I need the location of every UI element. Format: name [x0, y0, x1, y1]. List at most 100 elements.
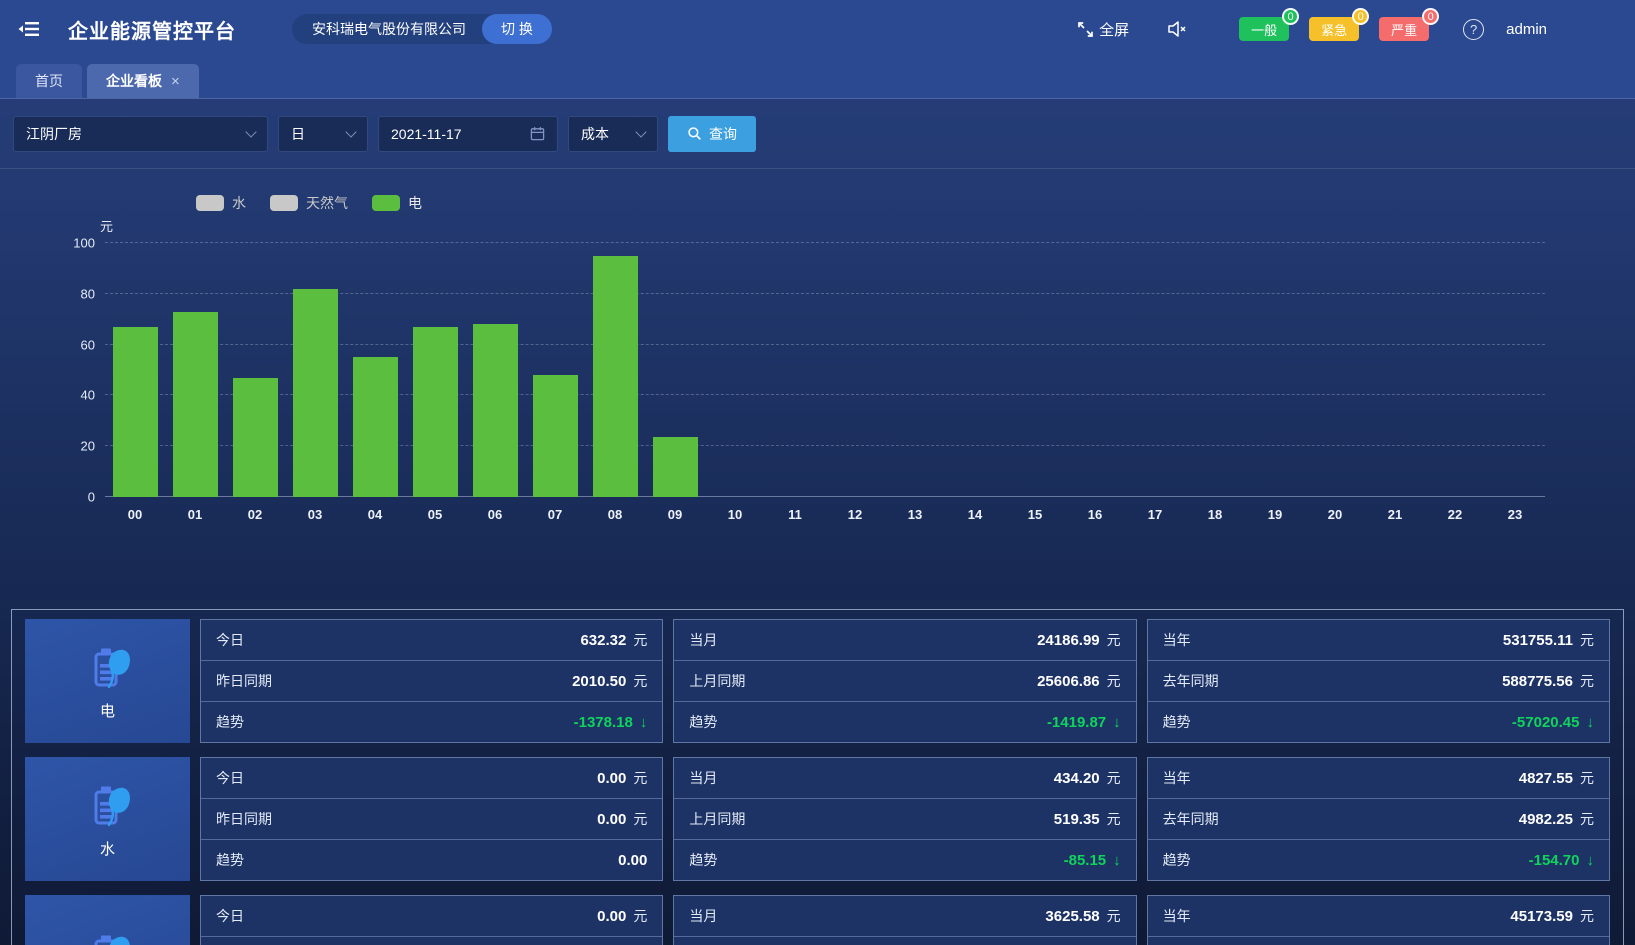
- energy-row-2: 今日0.00元当月3625.58元当年45173.59元: [25, 895, 1610, 945]
- date-picker-value: 2021-11-17: [391, 126, 462, 142]
- cell-value: 45173.59: [1510, 908, 1573, 925]
- stat-group: 当年45173.59元: [1147, 895, 1610, 945]
- bar-00: [113, 327, 158, 497]
- bar-06: [473, 324, 518, 497]
- cell-label: 趋势: [216, 712, 244, 732]
- y-axis-tick: 80: [81, 286, 95, 301]
- trend-down-arrow-icon: ↓: [1586, 714, 1594, 731]
- stat-cell: 今日0.00元: [201, 896, 662, 937]
- cell-value: -85.15: [1064, 852, 1107, 869]
- stat-cell: 上月同期519.35元: [674, 799, 1135, 840]
- alarm-badge-label: 严重: [1391, 20, 1417, 39]
- hour-slot-13: 13: [885, 243, 945, 497]
- cell-value: -57020.45: [1512, 714, 1580, 731]
- energy-cost-chart: 水天然气电 元 02040608010000010203040506070809…: [0, 169, 1635, 609]
- stat-cell: 上月同期25606.86元: [674, 661, 1135, 702]
- stat-cell: 趋势-85.15↓: [674, 840, 1135, 880]
- legend-swatch: [196, 195, 224, 211]
- tab-label: 企业看板: [106, 71, 162, 91]
- legend-label: 天然气: [306, 193, 348, 213]
- x-axis-label: 13: [885, 507, 945, 522]
- page-title: 企业能源管控平台: [68, 15, 236, 44]
- alarm-badge-严重[interactable]: 严重0: [1379, 17, 1429, 41]
- stat-group: 今日632.32元昨日同期2010.50元趋势-1378.18↓: [200, 619, 663, 743]
- y-axis-tick: 100: [73, 236, 95, 251]
- x-axis-label: 11: [765, 507, 825, 522]
- stat-cell: 趋势-57020.45↓: [1148, 702, 1609, 742]
- legend-item-电[interactable]: 电: [372, 193, 422, 213]
- cell-label: 上月同期: [689, 671, 745, 691]
- collapse-menu-icon[interactable]: [14, 14, 44, 44]
- stat-cell: 趋势0.00: [201, 840, 662, 880]
- company-selector: 安科瑞电气股份有限公司 切 换: [292, 14, 552, 44]
- stat-cell: [674, 937, 1135, 945]
- query-button[interactable]: 查询: [668, 116, 756, 152]
- hour-slot-20: 20: [1305, 243, 1365, 497]
- cell-value: 4982.25: [1519, 811, 1573, 828]
- cell-value: 632.32: [580, 632, 626, 649]
- hour-slot-16: 16: [1065, 243, 1125, 497]
- tab-首页[interactable]: 首页: [16, 64, 82, 98]
- fullscreen-label: 全屏: [1099, 19, 1129, 40]
- x-axis-label: 19: [1245, 507, 1305, 522]
- bar-07: [533, 375, 578, 497]
- legend-item-天然气[interactable]: 天然气: [270, 193, 348, 213]
- energy-type-card: 水: [25, 757, 190, 881]
- hour-slot-06: 06: [465, 243, 525, 497]
- hour-slot-00: 00: [105, 243, 165, 497]
- alarm-count-badge: 0: [1422, 8, 1439, 25]
- hour-slot-19: 19: [1245, 243, 1305, 497]
- fullscreen-button[interactable]: 全屏: [1077, 19, 1129, 40]
- cell-unit: 元: [1107, 630, 1121, 650]
- cell-label: 趋势: [216, 850, 244, 870]
- mute-button[interactable]: [1167, 20, 1187, 38]
- x-axis-label: 16: [1065, 507, 1125, 522]
- alarm-badge-紧急[interactable]: 紧急0: [1309, 17, 1359, 41]
- hour-slot-17: 17: [1125, 243, 1185, 497]
- tab-close-icon[interactable]: ×: [171, 73, 180, 90]
- site-select[interactable]: 江阴厂房: [13, 116, 268, 152]
- chart-plot-area: 0204060801000001020304050607080910111213…: [105, 243, 1545, 497]
- cell-unit: 元: [633, 768, 647, 788]
- cell-label: 今日: [216, 768, 244, 788]
- cell-value: 588775.56: [1502, 673, 1573, 690]
- help-icon[interactable]: ?: [1463, 19, 1484, 40]
- trend-down-arrow-icon: ↓: [640, 714, 648, 731]
- trend-down-arrow-icon: ↓: [1113, 714, 1121, 731]
- bar-01: [173, 312, 218, 497]
- hour-slot-18: 18: [1185, 243, 1245, 497]
- company-name: 安科瑞电气股份有限公司: [312, 19, 466, 39]
- energy-row-水: 水今日0.00元昨日同期0.00元趋势0.00当月434.20元上月同期519.…: [25, 757, 1610, 881]
- alarm-badge-一般[interactable]: 一般0: [1239, 17, 1289, 41]
- legend-item-水[interactable]: 水: [196, 193, 246, 213]
- stat-cell: 趋势-1419.87↓: [674, 702, 1135, 742]
- bar-slots: 0001020304050607080910111213141516171819…: [105, 243, 1545, 497]
- metric-select-value: 成本: [581, 124, 609, 144]
- cell-label: 今日: [216, 906, 244, 926]
- stat-cell: 今日 0.00 元: [201, 758, 662, 799]
- cell-unit: 元: [633, 630, 647, 650]
- cell-unit: 元: [1580, 906, 1594, 926]
- hour-slot-11: 11: [765, 243, 825, 497]
- energy-row-电: 电今日632.32元昨日同期2010.50元趋势-1378.18↓当月24186…: [25, 619, 1610, 743]
- cell-value: 0.00: [597, 811, 626, 828]
- tab-企业看板[interactable]: 企业看板 ×: [87, 64, 199, 98]
- stat-cell: 当月24186.99元: [674, 620, 1135, 661]
- chevron-down-icon: [345, 126, 356, 137]
- bar-05: [413, 327, 458, 497]
- cell-label: 去年同期: [1163, 671, 1219, 691]
- period-select[interactable]: 日: [278, 116, 368, 152]
- hour-slot-02: 02: [225, 243, 285, 497]
- cell-value: 0.00: [597, 770, 626, 787]
- site-select-value: 江阴厂房: [26, 124, 82, 144]
- x-axis-label: 03: [285, 507, 345, 522]
- metric-select[interactable]: 成本: [568, 116, 658, 152]
- bar-02: [233, 378, 278, 497]
- cell-value: 3625.58: [1045, 908, 1099, 925]
- search-icon: [687, 126, 702, 141]
- battery-leaf-icon: [82, 779, 134, 831]
- switch-company-button[interactable]: 切 换: [482, 14, 552, 44]
- cell-value: 531755.11: [1503, 632, 1573, 649]
- hour-slot-12: 12: [825, 243, 885, 497]
- date-picker[interactable]: 2021-11-17: [378, 116, 558, 152]
